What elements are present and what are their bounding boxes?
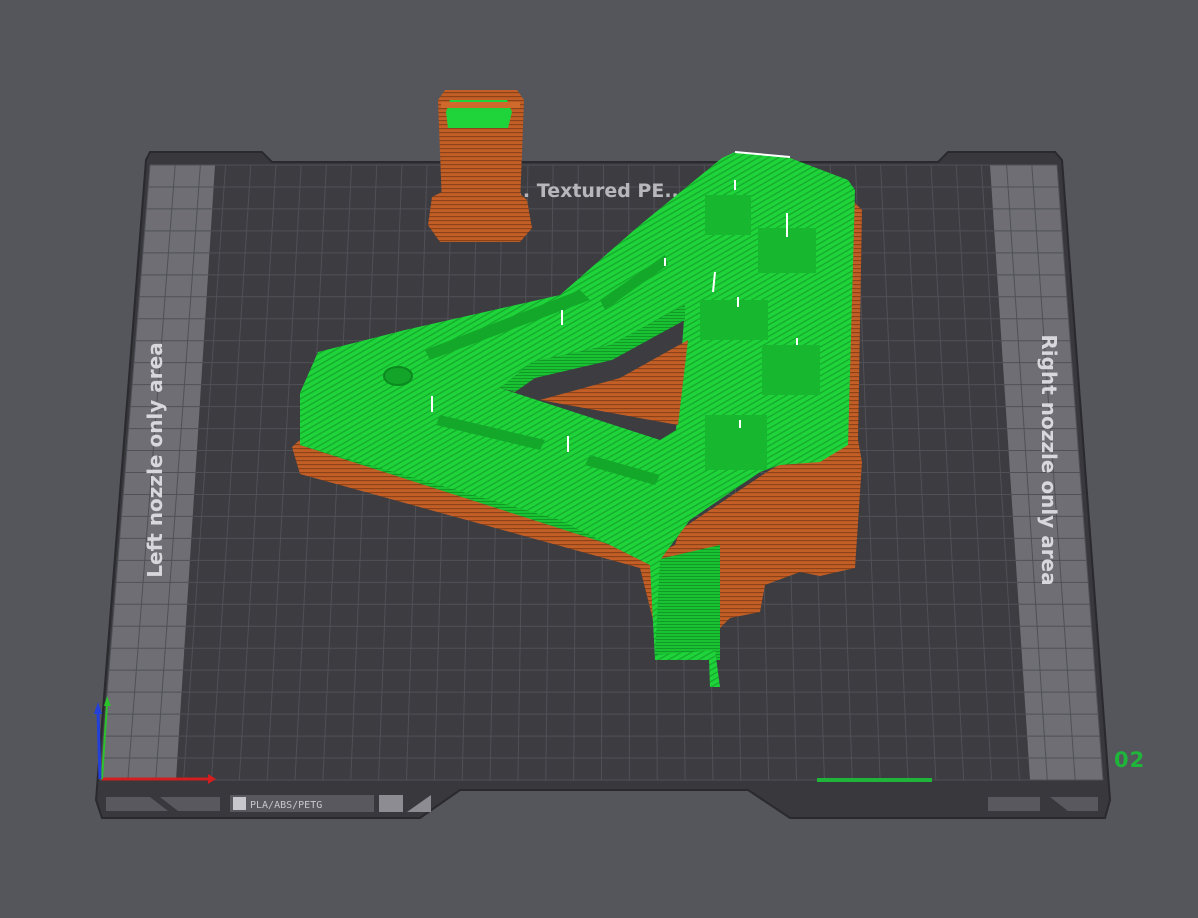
hole-1 xyxy=(383,366,413,386)
left-area-label: Left nozzle only area xyxy=(143,342,167,577)
pocket-3 xyxy=(700,300,768,340)
pocket-5 xyxy=(705,415,767,470)
plate-lock-icon xyxy=(379,795,403,812)
bed-tab-right xyxy=(988,797,1040,811)
axis-z-arrow-icon xyxy=(94,702,102,714)
plate-logo-icon xyxy=(233,797,246,810)
tower-rim xyxy=(441,102,520,108)
pocket-4 xyxy=(762,345,820,395)
plate-indicator-line xyxy=(817,778,932,782)
right-area-label: Right nozzle only area xyxy=(1037,334,1061,585)
part-side-wall-right xyxy=(655,545,720,660)
model-tower[interactable] xyxy=(428,90,532,242)
plate-number[interactable]: 02 xyxy=(1114,748,1145,772)
axis-z xyxy=(96,711,102,780)
3d-viewport[interactable]: B... Textured PE... Left nozzle only are… xyxy=(0,0,1198,918)
filament-badge: PLA/ABS/PETG xyxy=(230,795,374,812)
pocket-1 xyxy=(705,195,751,235)
svg-text:PLA/ABS/PETG: PLA/ABS/PETG xyxy=(250,800,322,811)
